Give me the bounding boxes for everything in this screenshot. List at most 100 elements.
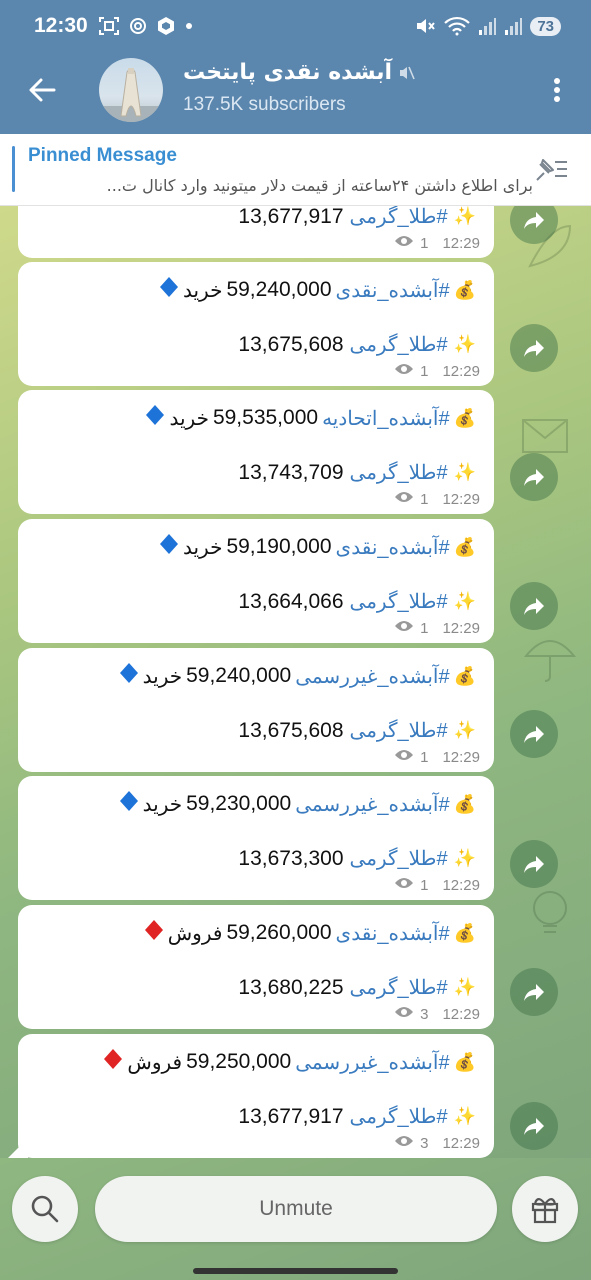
price-value: 59,190,000 [226,535,332,558]
view-count: 1 [420,362,429,380]
trade-action: فروش [167,922,223,945]
share-button[interactable] [510,968,558,1016]
channel-title[interactable]: آبشده نقدی پایتخت [183,60,416,85]
hashtag-link[interactable]: #طلا_گرمی [350,589,448,614]
money-bag-icon: 💰 [453,407,476,429]
message-time: 12:29 [442,1134,480,1152]
price-line-gram: ✨ #طلا_گرمی 13,675,608 [238,332,476,357]
message-bubble[interactable]: 💰 #آبشده_نقدی 59,240,000 خرید ✨ #طلا_گرمی 13,6… [18,262,494,386]
hashtag-link[interactable]: #طلا_گرمی [350,460,448,485]
battery-indicator: 73 [530,16,561,36]
more-menu-icon[interactable] [547,72,567,108]
views-eye-icon [394,748,414,766]
message-list[interactable]: ✨ #طلا_گرمی 13,677,917 1 12:29 💰 #آبشده_نقدی 59… [0,206,591,1158]
view-count: 1 [420,234,429,252]
price-line-primary: 💰 #آبشده_اتحادیه 59,535,000 خرید [145,404,476,432]
blue-diamond-icon [159,276,179,304]
share-button[interactable] [510,1102,558,1150]
pinned-message-bar[interactable]: Pinned Message برای اطلاع داشتن ۲۴ساعته … [0,134,591,206]
price-line-primary: 💰 #آبشده_نقدی 59,190,000 خرید [159,533,476,561]
muted-speaker-icon [400,66,415,79]
hashtag-link[interactable]: #طلا_گرمی [350,718,448,743]
price-value: 59,240,000 [226,278,332,301]
back-arrow-icon[interactable] [24,72,60,108]
gram-price-value: 13,677,917 [238,206,344,228]
red-diamond-icon [103,1048,123,1076]
share-arrow-icon [524,469,544,486]
bottom-bar: Unmute [0,1158,591,1280]
message-bubble[interactable]: 💰 #آبشده_نقدی 59,260,000 فروش ✨ #طلا_گرمی 13,6… [18,905,494,1029]
hashtag-link[interactable]: #آبشده_غیررسمی [295,664,449,689]
pin-list-icon[interactable] [531,154,571,186]
message-bubble[interactable]: 💰 #آبشده_غیررسمی 59,250,000 فروش ✨ #طلا_گرمی 1… [18,1034,494,1158]
message-meta: 1 12:29 [394,876,480,894]
hashtag-link[interactable]: #آبشده_غیررسمی [295,792,449,817]
message-bubble[interactable]: ✨ #طلا_گرمی 13,677,917 1 12:29 [18,206,494,258]
money-bag-icon: 💰 [453,665,476,687]
gift-icon [531,1197,559,1224]
views-eye-icon [394,1134,414,1152]
message-meta: 1 12:29 [394,362,480,380]
hashtag-link[interactable]: #طلا_گرمی [350,332,448,357]
search-icon [31,1195,59,1223]
share-button[interactable] [510,710,558,758]
hashtag-link[interactable]: #طلا_گرمی [350,1104,448,1129]
price-line-gram: ✨ #طلا_گرمی 13,664,066 [238,589,476,614]
views-eye-icon [394,234,414,252]
hashtag-link[interactable]: #طلا_گرمی [350,846,448,871]
message-meta: 1 12:29 [394,619,480,637]
hexagon-icon [158,17,174,35]
trade-action: خرید [142,665,183,688]
search-button[interactable] [12,1176,78,1242]
share-arrow-icon [524,212,544,229]
hashtag-link[interactable]: #آبشده_غیررسمی [295,1050,449,1075]
message-bubble[interactable]: 💰 #آبشده_نقدی 59,190,000 خرید ✨ #طلا_گرمی 13,6… [18,519,494,643]
hashtag-link[interactable]: #طلا_گرمی [350,975,448,1000]
price-value: 59,535,000 [212,406,319,429]
hashtag-link[interactable]: #آبشده_نقدی [336,278,450,303]
message-meta: 1 12:29 [394,234,480,252]
views-eye-icon [394,876,414,894]
views-eye-icon [394,362,414,380]
price-line-gram: ✨ #طلا_گرمی 13,673,300 [238,846,476,871]
share-button[interactable] [510,453,558,501]
sparkles-icon: ✨ [453,462,476,483]
pinned-text: برای اطلاع داشتن ۲۴ساعته از قیمت دلار می… [106,176,533,195]
price-line-gram: ✨ #طلا_گرمی 13,677,917 [238,206,476,229]
price-line-gram: ✨ #طلا_گرمی 13,680,225 [238,975,476,1000]
message-bubble[interactable]: 💰 #آبشده_اتحادیه 59,535,000 خرید ✨ #طلا_گرمی 1… [18,390,494,514]
price-value: 59,250,000 [186,1050,292,1073]
mute-icon [417,19,436,33]
message-bubble[interactable]: 💰 #آبشده_غیررسمی 59,230,000 خرید ✨ #طلا_گرمی 1… [18,776,494,900]
message-time: 12:29 [442,362,480,380]
hashtag-link[interactable]: #طلا_گرمی [350,206,448,229]
hashtag-link[interactable]: #آبشده_نقدی [336,535,450,560]
message-time: 12:29 [442,490,480,508]
price-line-primary: 💰 #آبشده_نقدی 59,240,000 خرید [159,276,476,304]
trade-action: خرید [142,793,183,816]
view-count: 3 [420,1005,429,1023]
message-bubble[interactable]: 💰 #آبشده_غیررسمی 59,240,000 خرید ✨ #طلا_گرمی 1… [18,648,494,772]
price-value: 59,260,000 [226,921,332,944]
sparkles-icon: ✨ [453,1106,476,1127]
share-arrow-icon [524,340,544,357]
view-count: 3 [420,1134,429,1152]
trade-action: خرید [182,279,223,302]
hashtag-link[interactable]: #آبشده_اتحادیه [322,406,450,431]
sparkles-icon: ✨ [453,977,476,998]
channel-avatar[interactable] [99,58,163,122]
tower-icon [99,68,163,122]
gift-button[interactable] [512,1176,578,1242]
share-button[interactable] [510,840,558,888]
share-arrow-icon [524,598,544,615]
blue-diamond-icon [145,404,165,432]
unmute-button[interactable]: Unmute [95,1176,497,1242]
share-arrow-icon [524,856,544,873]
sparkles-icon: ✨ [453,591,476,612]
message-meta: 3 12:29 [394,1134,480,1152]
message-meta: 3 12:29 [394,1005,480,1023]
share-button[interactable] [510,582,558,630]
share-button[interactable] [510,324,558,372]
hashtag-link[interactable]: #آبشده_نقدی [336,921,450,946]
views-eye-icon [394,490,414,508]
